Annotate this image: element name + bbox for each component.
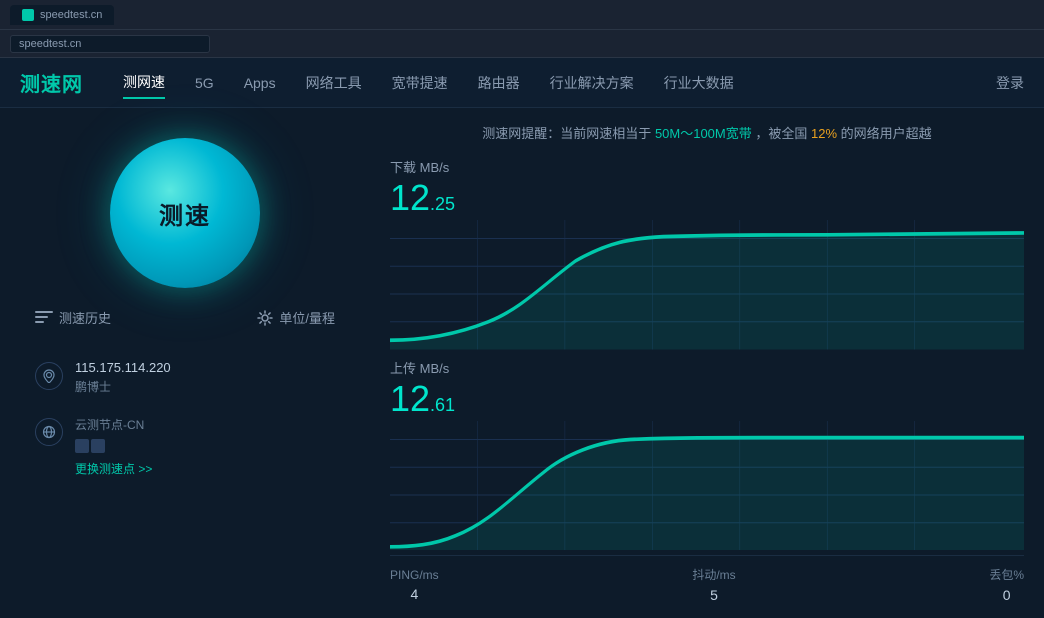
gear-icon [257, 310, 273, 326]
speed-button-label: 测速 [159, 196, 211, 231]
nav-item-5g[interactable]: 5G [195, 70, 214, 96]
left-panel: 测速 测速历史 单位/量程 [0, 108, 370, 618]
speed-section: 下载 MB/s 12 .25 [390, 157, 1024, 550]
node-text: 云测节点-CN 更换测速点 >> [75, 416, 152, 477]
main-content: 测速 测速历史 单位/量程 [0, 108, 1044, 618]
download-label-row: 下载 MB/s [390, 157, 1024, 176]
upload-block: 上传 MB/s 12 .61 [390, 358, 1024, 551]
notice-percent: 12% [811, 126, 837, 141]
ip-text: 115.175.114.220 鹏博士 [75, 360, 171, 395]
upload-value-int: 12 [390, 381, 430, 417]
location-icon [35, 362, 63, 390]
isp-name: 鹏博士 [75, 378, 171, 395]
upload-label: 上传 MB/s [390, 358, 449, 377]
browser-tab[interactable]: speedtest.cn [10, 5, 114, 25]
nav-item-speed[interactable]: 测网速 [123, 67, 165, 99]
nav-item-tools[interactable]: 网络工具 [306, 68, 362, 98]
notice-prefix: 测速网提醒：当前网速相当于 [482, 126, 651, 141]
control-row: 测速历史 单位/量程 [20, 308, 350, 327]
node-label: 云测节点-CN [75, 416, 152, 433]
stat-jitter-value: 5 [710, 587, 718, 603]
nav-item-bigdata[interactable]: 行业大数据 [664, 68, 734, 98]
stat-jitter: 抖动/ms 5 [692, 566, 735, 603]
node-bar-1 [75, 439, 89, 453]
upload-value-dec: .61 [430, 396, 455, 414]
site-logo: 测速网 [20, 68, 83, 97]
stat-ping-label: PING/ms [390, 568, 439, 582]
stat-loss-value: 0 [1003, 587, 1011, 603]
globe-icon [35, 418, 63, 446]
speed-button[interactable]: 测速 [110, 138, 260, 288]
notice-suffix-pre: ，被全国 [755, 126, 807, 141]
history-button[interactable]: 测速历史 [35, 308, 111, 327]
stat-ping: PING/ms 4 [390, 568, 439, 602]
stat-ping-value: 4 [410, 586, 418, 602]
stats-row: PING/ms 4 抖动/ms 5 丢包% 0 [390, 555, 1024, 608]
notice-bar: 测速网提醒：当前网速相当于 50M～100M宽带 ，被全国 12% 的网络用户超… [390, 123, 1024, 142]
ip-info: 115.175.114.220 鹏博士 [20, 352, 350, 403]
right-panel: 测速网提醒：当前网速相当于 50M～100M宽带 ，被全国 12% 的网络用户超… [370, 108, 1044, 618]
navbar: 测速网 测网速 5G Apps 网络工具 宽带提速 路由器 行业解决方案 行业大… [0, 58, 1044, 108]
change-node-link[interactable]: 更换测速点 >> [75, 460, 152, 477]
address-input[interactable] [10, 35, 210, 53]
nav-login[interactable]: 登录 [996, 73, 1024, 93]
download-chart [390, 220, 1024, 350]
history-label: 测速历史 [59, 308, 111, 327]
stat-jitter-label: 抖动/ms [692, 566, 735, 583]
ip-address: 115.175.114.220 [75, 360, 171, 375]
upload-chart [390, 421, 1024, 551]
nav-item-router[interactable]: 路由器 [478, 68, 520, 98]
upload-label-row: 上传 MB/s [390, 358, 1024, 377]
tab-label: speedtest.cn [40, 9, 102, 21]
node-bars [75, 439, 152, 453]
stat-loss-label: 丢包% [989, 566, 1024, 583]
download-label: 下载 MB/s [390, 157, 449, 176]
notice-suffix: 的网络用户超越 [841, 126, 932, 141]
node-bar-2 [91, 439, 105, 453]
download-value-int: 12 [390, 180, 430, 216]
nav-item-industry[interactable]: 行业解决方案 [550, 68, 634, 98]
favicon [22, 9, 34, 21]
settings-button[interactable]: 单位/量程 [257, 308, 335, 327]
tab-bar: speedtest.cn [0, 0, 1044, 30]
download-block: 下载 MB/s 12 .25 [390, 157, 1024, 350]
address-bar [0, 30, 1044, 58]
history-icon [35, 311, 53, 325]
download-value-dec: .25 [430, 195, 455, 213]
nav-item-broadband[interactable]: 宽带提速 [392, 68, 448, 98]
nav-item-apps[interactable]: Apps [244, 70, 276, 96]
node-info: 云测节点-CN 更换测速点 >> [20, 408, 350, 485]
settings-label: 单位/量程 [279, 308, 335, 327]
stat-loss: 丢包% 0 [989, 566, 1024, 603]
notice-bandwidth: 50M～100M宽带 [655, 126, 752, 141]
